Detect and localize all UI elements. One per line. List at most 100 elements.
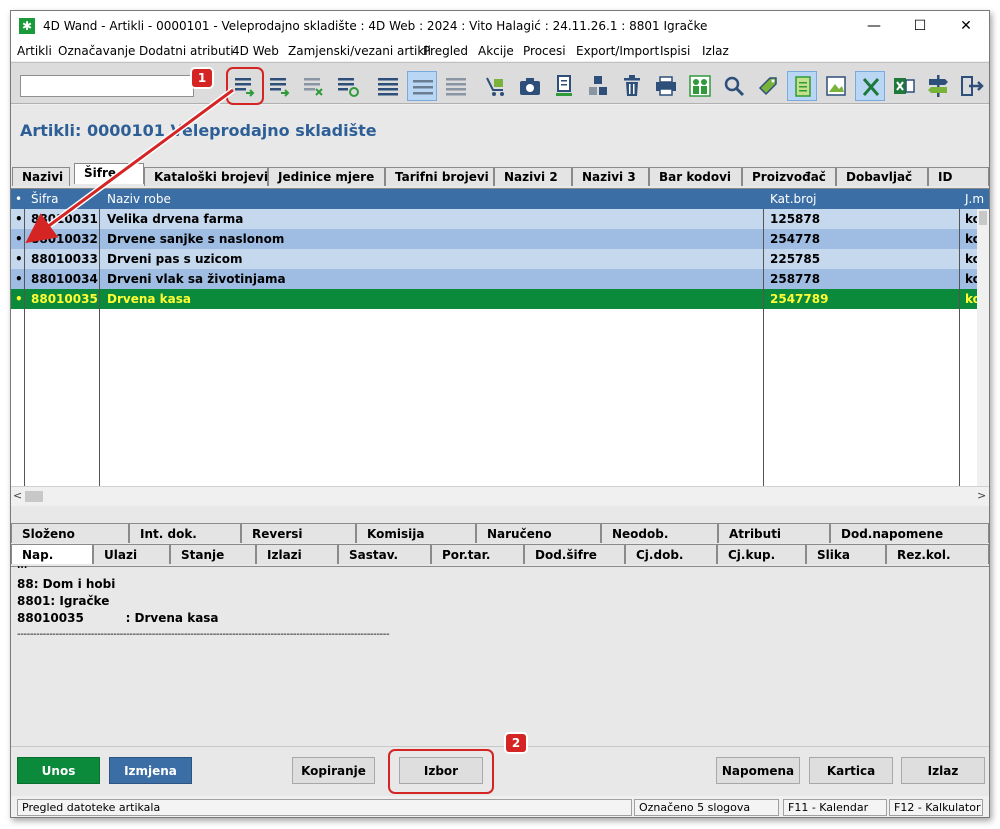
menu-4d-web[interactable]: 4D Web xyxy=(232,44,279,58)
tag-icon[interactable] xyxy=(753,71,783,101)
people-icon[interactable] xyxy=(685,71,715,101)
tab-sifre[interactable]: Šifre xyxy=(74,163,144,184)
maximize-button[interactable]: ☐ xyxy=(897,11,943,41)
exit-icon[interactable] xyxy=(957,71,987,101)
col-sifra[interactable]: Šifra xyxy=(31,192,58,206)
scrollbar-thumb[interactable] xyxy=(979,211,987,225)
subtab-stanje[interactable]: Stanje xyxy=(170,544,256,564)
tab-nazivi-3[interactable]: Nazivi 3 xyxy=(572,167,649,186)
row-sifra: 88010031 xyxy=(31,212,98,226)
excel-export-icon[interactable] xyxy=(889,71,919,101)
tab-nazivi[interactable]: Nazivi xyxy=(12,167,70,186)
izlaz-button[interactable]: Izlaz xyxy=(901,757,985,784)
subtab-izlazi[interactable]: Izlazi xyxy=(256,544,338,564)
subtab-slozeno[interactable]: Složeno xyxy=(11,523,129,543)
table-row[interactable]: • 88010032 Drvene sanjke s naslonom 2547… xyxy=(11,229,977,249)
status-f11[interactable]: F11 - Kalendar xyxy=(783,799,887,816)
app-window: ✱ 4D Wand - Artikli - 0000101 - Veleprod… xyxy=(10,10,990,818)
menu-dodatni-atributi[interactable]: Dodatni atributi xyxy=(139,44,234,58)
document-icon[interactable] xyxy=(549,71,579,101)
unos-button[interactable]: Unos xyxy=(17,757,100,784)
toolbar: 1 xyxy=(11,62,989,105)
subtab-neodob[interactable]: Neodob. xyxy=(601,523,718,543)
row-jm: kom xyxy=(965,292,977,306)
menu-pregled[interactable]: Pregled xyxy=(423,44,468,58)
minimize-button[interactable]: — xyxy=(851,11,897,41)
subtab-dod-napomene[interactable]: Dod.napomene xyxy=(830,523,989,543)
blocks-icon[interactable] xyxy=(583,71,613,101)
subtab-reversi[interactable]: Reversi xyxy=(241,523,356,543)
tab-proizvodjac[interactable]: Proizvođač xyxy=(742,167,836,186)
list-insert-icon[interactable] xyxy=(265,71,295,101)
tab-kataloski-brojevi[interactable]: Kataloški brojevi xyxy=(144,167,268,186)
table-row-selected[interactable]: • 88010035 Drvena kasa 2547789 kom xyxy=(11,289,977,309)
horizontal-scrollbar[interactable]: < > xyxy=(11,486,989,506)
search-input[interactable] xyxy=(20,75,194,97)
tab-dobavljac[interactable]: Dobavljač xyxy=(836,167,928,186)
articles-grid: • Šifra Naziv robe Kat.broj J.m • 880100… xyxy=(11,188,989,506)
lines-gray-icon[interactable] xyxy=(441,71,471,101)
hscroll-thumb[interactable] xyxy=(25,491,43,502)
lines-icon[interactable] xyxy=(373,71,403,101)
menu-export-import[interactable]: Export/Import xyxy=(576,44,659,58)
izmjena-button[interactable]: Izmjena xyxy=(109,757,192,784)
image-icon[interactable] xyxy=(821,71,851,101)
table-row[interactable]: • 88010031 Velika drvena farma 125878 ko… xyxy=(11,209,977,229)
tab-jedinice-mjere[interactable]: Jedinice mjere xyxy=(268,167,385,186)
printer-icon[interactable] xyxy=(651,71,681,101)
table-row[interactable]: • 88010034 Drveni vlak sa životinjama 25… xyxy=(11,269,977,289)
tab-id[interactable]: ID xyxy=(928,167,989,186)
menu-oznacavanje[interactable]: Označavanje xyxy=(58,44,135,58)
subtab-dod-sifre[interactable]: Dod.šifre xyxy=(524,544,625,564)
kopiranje-button[interactable]: Kopiranje xyxy=(292,757,375,784)
col-kat-broj[interactable]: Kat.broj xyxy=(770,192,817,206)
status-f12[interactable]: F12 - Kalkulator xyxy=(889,799,983,816)
tab-bar-kodovi[interactable]: Bar kodovi xyxy=(649,167,742,186)
notes-icon[interactable] xyxy=(787,71,817,101)
subtab-por-tar[interactable]: Por.tar. xyxy=(431,544,524,564)
menu-akcije[interactable]: Akcije xyxy=(478,44,514,58)
menu-procesi[interactable]: Procesi xyxy=(523,44,566,58)
table-row[interactable]: • 88010033 Drveni pas s uzicom 225785 ko… xyxy=(11,249,977,269)
menu-izlaz[interactable]: Izlaz xyxy=(702,44,729,58)
header-band: Artikli: 0000101 Veleprodajno skladište xyxy=(11,105,989,153)
excel-icon[interactable] xyxy=(855,71,885,101)
signpost-icon[interactable] xyxy=(923,71,953,101)
subtab-atributi[interactable]: Atributi xyxy=(718,523,830,543)
scroll-right-arrow-icon[interactable]: > xyxy=(977,489,986,502)
napomena-button[interactable]: Napomena xyxy=(716,757,800,784)
kartica-button[interactable]: Kartica xyxy=(809,757,893,784)
subtab-ulazi[interactable]: Ulazi xyxy=(93,544,170,564)
tab-tarifni-brojevi[interactable]: Tarifni brojevi xyxy=(385,167,494,186)
scroll-left-arrow-icon[interactable]: < xyxy=(13,489,22,502)
menu-ispisi[interactable]: Ispisi xyxy=(660,44,690,58)
menu-artikli[interactable]: Artikli xyxy=(17,44,52,58)
vertical-scrollbar[interactable] xyxy=(977,209,989,486)
subtab-naruceno[interactable]: Naručeno xyxy=(476,523,601,543)
list-remove-icon[interactable] xyxy=(299,71,329,101)
app-logo-icon: ✱ xyxy=(19,18,35,34)
search-icon[interactable] xyxy=(719,71,749,101)
lines-selected-icon[interactable] xyxy=(407,71,437,101)
tab-nazivi-2[interactable]: Nazivi 2 xyxy=(494,167,572,186)
subtab-sastav[interactable]: Sastav. xyxy=(338,544,431,564)
row-kat: 254778 xyxy=(770,232,821,246)
col-mark[interactable]: • xyxy=(15,192,22,206)
close-button[interactable]: ✕ xyxy=(943,11,989,41)
subtab-slika[interactable]: Slika xyxy=(806,544,886,564)
col-naziv-robe[interactable]: Naziv robe xyxy=(107,192,171,206)
trash-icon[interactable] xyxy=(617,71,647,101)
subtab-int-dok[interactable]: Int. dok. xyxy=(129,523,241,543)
subtab-cj-dob[interactable]: Cj.dob. xyxy=(625,544,717,564)
status-text: Pregled datoteke artikala xyxy=(17,799,632,816)
menu-zamjenski[interactable]: Zamjenski/vezani artikli xyxy=(288,44,431,58)
col-jm[interactable]: J.m xyxy=(965,192,984,206)
cart-icon[interactable] xyxy=(481,71,511,101)
notes-text-area[interactable]: ... 88: Dom i hobi 8801: Igračke 8801003… xyxy=(11,561,989,744)
list-refresh-icon[interactable] xyxy=(333,71,363,101)
row-mark: • xyxy=(15,292,23,306)
subtab-komisija[interactable]: Komisija xyxy=(356,523,476,543)
subtab-rez-kol[interactable]: Rez.kol. xyxy=(886,544,989,564)
camera-icon[interactable] xyxy=(515,71,545,101)
subtab-cj-kup[interactable]: Cj.kup. xyxy=(717,544,806,564)
